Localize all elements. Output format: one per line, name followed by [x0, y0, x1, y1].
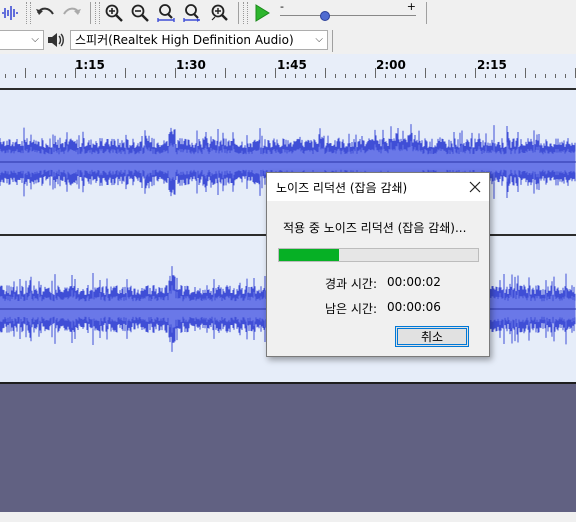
chevron-down-icon: ⌵: [31, 34, 39, 45]
slider-minus-label: -: [280, 0, 284, 13]
elapsed-time-label: 경과 시간:: [324, 277, 377, 291]
progress-bar: [278, 248, 479, 262]
remaining-time-label: 남은 시간:: [324, 302, 377, 316]
timeline-tick-label: 2:15: [477, 58, 507, 72]
status-bar: [0, 512, 576, 522]
timeline-ruler[interactable]: 1:15 1:30 1:45 2:00 2:15: [0, 54, 576, 79]
timeline-tick: [375, 68, 376, 78]
timeline-tick: [325, 68, 326, 78]
timeline-tick-label: 1:30: [176, 58, 206, 72]
output-device-select[interactable]: 스피커(Realtek High Definition Audio) ⌵: [70, 30, 328, 50]
toolbar-grip[interactable]: [95, 2, 100, 24]
timeline-tick-label: 1:45: [277, 58, 307, 72]
toolbar-separator: [332, 30, 333, 52]
timeline-tick: [175, 68, 176, 78]
device-toolbar: ⌵ 스피커(Realtek High Definition Audio) ⌵: [0, 28, 576, 55]
fit-project-icon[interactable]: [180, 2, 204, 24]
dialog-titlebar[interactable]: 노이즈 리덕션 (잡음 감쇄): [267, 173, 489, 201]
timeline-tick: [25, 68, 26, 78]
toolbar-separator: [238, 2, 239, 24]
zoom-out-icon[interactable]: [128, 2, 152, 24]
fit-selection-icon[interactable]: [154, 2, 178, 24]
play-at-speed-icon[interactable]: [250, 2, 274, 24]
output-device-value: 스피커(Realtek High Definition Audio): [75, 33, 294, 47]
timeline-tick: [75, 68, 76, 78]
timeline-tick-label: 1:15: [75, 58, 105, 72]
redo-button[interactable]: [60, 2, 84, 24]
timeline-tick: [225, 68, 226, 78]
toolbar-grip[interactable]: [243, 2, 248, 24]
dialog-message: 적용 중 노이즈 리덕션 (잡음 감쇄)...: [283, 221, 467, 235]
noise-reduction-progress-dialog: 노이즈 리덕션 (잡음 감쇄) 적용 중 노이즈 리덕션 (잡음 감쇄)... …: [266, 172, 490, 357]
timeline-tick: [525, 68, 526, 78]
host-select[interactable]: ⌵: [0, 30, 44, 50]
edit-toolbar: - +: [0, 0, 576, 29]
play-speed-slider[interactable]: - +: [280, 0, 416, 23]
toolbar-separator: [90, 2, 91, 24]
timeline-tick: [275, 68, 276, 78]
toolbar-separator: [426, 2, 427, 24]
undo-button[interactable]: [33, 2, 57, 24]
speaker-icon: [44, 29, 68, 51]
remaining-time-value: 00:00:06: [387, 300, 441, 314]
timeline-tick-label: 2:00: [376, 58, 406, 72]
timeline-tick: [125, 68, 126, 78]
dialog-title: 노이즈 리덕션 (잡음 감쇄): [276, 181, 408, 195]
zoom-toggle-icon[interactable]: [207, 2, 231, 24]
empty-track-area[interactable]: [0, 382, 576, 514]
slider-track: [280, 15, 416, 16]
slider-plus-label: +: [406, 0, 416, 13]
close-icon[interactable]: [461, 173, 489, 201]
slider-thumb[interactable]: [319, 11, 330, 21]
timeline-tick: [425, 68, 426, 78]
toolbar-grip[interactable]: [26, 2, 31, 24]
zoom-in-icon[interactable]: [102, 2, 126, 24]
cancel-button[interactable]: 취소: [395, 326, 469, 347]
elapsed-time-value: 00:00:02: [387, 275, 441, 289]
progress-bar-fill: [279, 249, 339, 261]
chevron-down-icon: ⌵: [315, 34, 323, 45]
waveform-meter-icon[interactable]: [0, 2, 20, 24]
timeline-tick: [475, 68, 476, 78]
